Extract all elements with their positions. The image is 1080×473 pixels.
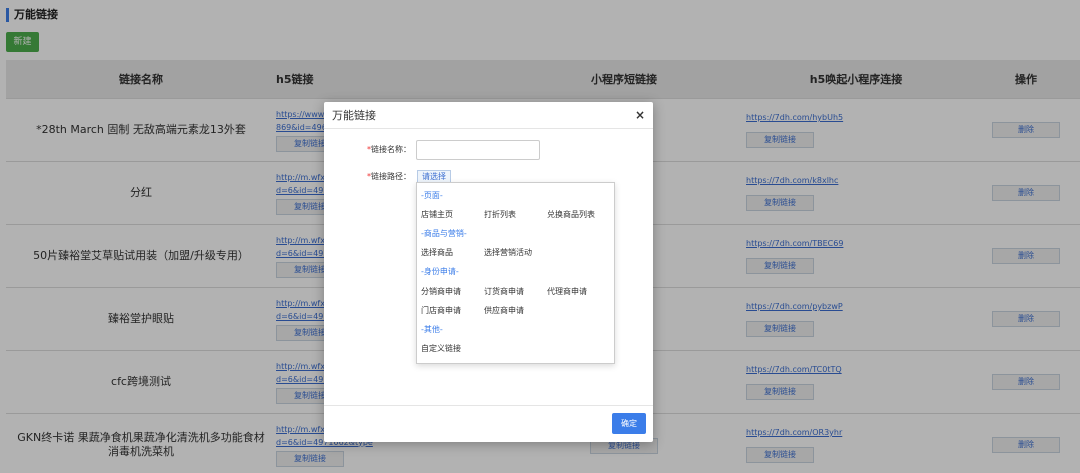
modal-header: 万能链接 × <box>324 102 653 129</box>
modal-title: 万能链接 <box>332 109 376 122</box>
close-icon[interactable]: × <box>635 102 645 129</box>
name-label: *链接名称： <box>367 145 411 154</box>
form-row-name: *链接名称： <box>324 140 653 160</box>
dropdown-item-store-apply[interactable]: 门店商申请 <box>421 305 461 317</box>
dropdown-item-select-goods[interactable]: 选择商品 <box>421 247 453 259</box>
dropdown-category-goods: -商品与营销- <box>421 229 467 238</box>
dropdown-category-apply: -身份申请- <box>421 267 459 276</box>
dropdown-category-page: -页面- <box>421 191 443 200</box>
dropdown-item-exchange-list[interactable]: 兑换商品列表 <box>547 209 595 221</box>
dropdown-item-agent-apply[interactable]: 代理商申请 <box>547 286 587 298</box>
path-label: *链接路径： <box>367 172 411 181</box>
universal-link-modal: 万能链接 × *链接名称： *链接路径： 请选择 -页面- 店铺主页 打折列表 … <box>324 102 653 442</box>
dropdown-item-discount-list[interactable]: 打折列表 <box>484 209 516 221</box>
dropdown-item-order-apply[interactable]: 订货商申请 <box>484 286 524 298</box>
dropdown-category-other: -其他- <box>421 325 443 334</box>
dropdown-item-dist-apply[interactable]: 分销商申请 <box>421 286 461 298</box>
dropdown-item-custom-link[interactable]: 自定义链接 <box>421 343 461 355</box>
dropdown-item-supplier-apply[interactable]: 供应商申请 <box>484 305 524 317</box>
link-name-input[interactable] <box>416 140 540 160</box>
modal-footer: 确定 <box>324 405 653 442</box>
dropdown-item-shop-home[interactable]: 店铺主页 <box>421 209 453 221</box>
confirm-button[interactable]: 确定 <box>612 413 646 434</box>
dropdown-item-select-campaign[interactable]: 选择营销活动 <box>484 247 532 259</box>
path-dropdown: -页面- 店铺主页 打折列表 兑换商品列表 -商品与营销- 选择商品 选择营销活… <box>416 182 615 364</box>
